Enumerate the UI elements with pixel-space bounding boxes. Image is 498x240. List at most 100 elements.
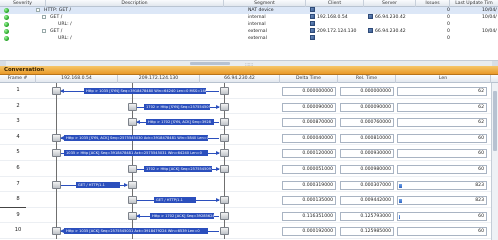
host-lifeline (56, 161, 57, 177)
host-icon (310, 35, 315, 40)
conversation-row[interactable]: 10 Http > 1035 [ACK] Seq=2575545031 Ack=3… (0, 223, 498, 239)
column-host-b[interactable]: 209.172.124.130 (118, 75, 200, 83)
message-label[interactable]: GET / HTTP/1.1 (154, 197, 196, 204)
flow-diagram: Http > 1035 [SYN, ACK] Seq=2575545030 Ac… (36, 129, 280, 147)
table-row[interactable]: URL: / internal 0 (0, 21, 498, 28)
column-delta-time[interactable]: Delta Time (280, 75, 338, 83)
endpoint-icon (128, 196, 137, 205)
sessions-table-header: Severity Description Segment Client Serv… (0, 0, 498, 7)
column-description[interactable]: Description (46, 0, 224, 7)
row-server: 66.94.230.42 (375, 15, 406, 20)
column-last-update[interactable]: Last Update Tim (450, 0, 498, 7)
endpoint-icon (220, 87, 229, 95)
row-client: 192.168.0.54 (317, 15, 348, 20)
flow-diagram: Http > 1035 [ACK] Seq=2575545031 Ack=391… (36, 223, 280, 240)
delta-time-value: 0.000135000 (282, 196, 336, 206)
frame-number: 7 (16, 180, 20, 187)
message-label[interactable]: GET / HTTP/1.1 (76, 181, 120, 188)
rel-time-value: 0.125793000 (340, 211, 394, 221)
row-issues: 0 (447, 29, 450, 34)
len-bar: 60 (397, 165, 487, 174)
message-label[interactable]: 1702 > Http [SYN] Seq=2575545090 (144, 103, 210, 110)
len-value: 823 (475, 182, 484, 188)
delta-time-value: 0.000192000 (282, 227, 336, 237)
column-host-c[interactable]: 66.94.230.42 (200, 75, 280, 83)
frame-number: 10 (14, 227, 22, 234)
message-label[interactable]: 1035 > Http [ACK] Seq=3918478481 Ack=257… (64, 150, 208, 157)
column-frame[interactable]: Frame # (0, 75, 36, 83)
delta-time-value: 0.000120000 (282, 149, 336, 159)
host-icon (310, 14, 315, 19)
conversation-row[interactable]: 8 GET / HTTP/1.1 0.000135000 0.009442000 823 (0, 192, 498, 208)
column-severity[interactable]: Severity (0, 0, 46, 7)
conversation-row[interactable]: 2 1702 > Http [SYN] Seq=2575545090 0.00009… (0, 98, 498, 115)
column-server[interactable]: Server (364, 0, 416, 7)
row-segment: internal (248, 15, 266, 20)
conversation-row[interactable]: 1 Http > 1035 [SYN] Seq=3918478480 Win=64… (0, 83, 498, 99)
message-label[interactable]: 1702 > Http [ACK] Seq=2575545091 (144, 166, 212, 172)
column-len[interactable]: Len (396, 75, 491, 83)
row-description: HTTP: GET / (44, 8, 72, 13)
message-label[interactable]: Http > 1702 [SYN, ACK] Seq=3928 (146, 119, 214, 126)
vertical-scrollbar[interactable] (491, 83, 498, 240)
host-icon (310, 7, 315, 12)
delta-time-value: 0.116351000 (282, 211, 336, 221)
conversation-row[interactable]: 7 GET / HTTP/1.1 0.000319000 0.000307000 823 (0, 176, 498, 193)
scroll-thumb[interactable] (190, 62, 230, 65)
delta-time-value: 0.000040000 (282, 133, 336, 143)
len-value: 60 (478, 229, 484, 235)
endpoint-icon (128, 165, 137, 173)
conversation-row[interactable]: 3 Http > 1702 [SYN, ACK] Seq=3928 0.000870… (0, 114, 498, 130)
len-bar-fill (399, 199, 403, 204)
host-icon (310, 21, 315, 26)
conversation-row[interactable]: 5 1035 > Http [ACK] Seq=3918478481 Ack=25… (0, 145, 498, 161)
conversation-row[interactable]: 4 Http > 1035 [SYN, ACK] Seq=2575545030 A… (0, 129, 498, 147)
rel-time-value: 0.000760000 (340, 118, 394, 128)
rel-time-value: 0.000930000 (340, 149, 394, 159)
tree-expander[interactable] (42, 28, 47, 35)
tree-expander[interactable] (42, 14, 47, 21)
green-dot-icon (4, 29, 9, 34)
len-value: 60 (478, 135, 484, 141)
delta-time-value: 0.000090000 (282, 102, 336, 112)
column-segment[interactable]: Segment (224, 0, 306, 7)
message-label[interactable]: Http > 1035 [SYN] Seq=3918478480 Win=642… (84, 88, 206, 94)
len-bar: 62 (397, 87, 487, 96)
table-row[interactable]: URL: / external 0 (0, 35, 498, 42)
table-row[interactable]: HTTP: GET / NAT device 0 10/04/ (0, 7, 498, 14)
message-label[interactable]: Http > 1702 [ACK] Seq=3928562431 (150, 212, 214, 219)
endpoint-icon (52, 180, 61, 189)
row-description: URL: / (58, 22, 72, 27)
arrowhead-icon (136, 120, 140, 125)
message-label[interactable]: Http > 1035 [ACK] Seq=2575545031 Ack=391… (64, 228, 208, 235)
tree-expander[interactable] (36, 7, 41, 14)
row-description: URL: / (58, 36, 72, 41)
len-bar: 823 (397, 180, 487, 190)
frame-number: 5 (16, 149, 20, 156)
arrowhead-icon (216, 104, 220, 109)
column-client[interactable]: Client (306, 0, 364, 7)
rel-time-value: 0.000307000 (340, 180, 394, 190)
conversation-header: Frame # 192.168.0.54 209.172.124.130 66.… (0, 75, 498, 83)
endpoint-icon (220, 211, 229, 220)
host-lifeline (56, 114, 57, 130)
len-value: 62 (478, 104, 484, 110)
endpoint-icon (220, 196, 229, 205)
endpoint-icon (220, 118, 229, 127)
message-label[interactable]: Http > 1035 [SYN, ACK] Seq=2575545030 Ac… (64, 134, 208, 141)
column-host-a[interactable]: 192.168.0.54 (36, 75, 118, 83)
conversation-row[interactable]: 9 Http > 1702 [ACK] Seq=3928562431 0.11635… (0, 207, 498, 225)
arrowhead-icon (136, 213, 140, 218)
len-value: 62 (478, 89, 484, 94)
scroll-thumb[interactable] (493, 91, 497, 151)
green-dot-icon (4, 36, 9, 41)
flow-diagram: Http > 1702 [ACK] Seq=3928562431 (36, 207, 280, 225)
green-dot-icon (4, 8, 9, 13)
host-icon (368, 14, 373, 19)
conversation-row[interactable]: 6 1702 > Http [ACK] Seq=2575545091 0.00005… (0, 161, 498, 177)
table-row[interactable]: GET / external 209.172.124.130 66.94.230… (0, 28, 498, 35)
column-issues[interactable]: Issues (416, 0, 450, 7)
column-rel-time[interactable]: Rel. Time (338, 75, 396, 83)
table-row[interactable]: GET / internal 192.168.0.54 66.94.230.42… (0, 14, 498, 21)
divider-line (0, 207, 26, 208)
